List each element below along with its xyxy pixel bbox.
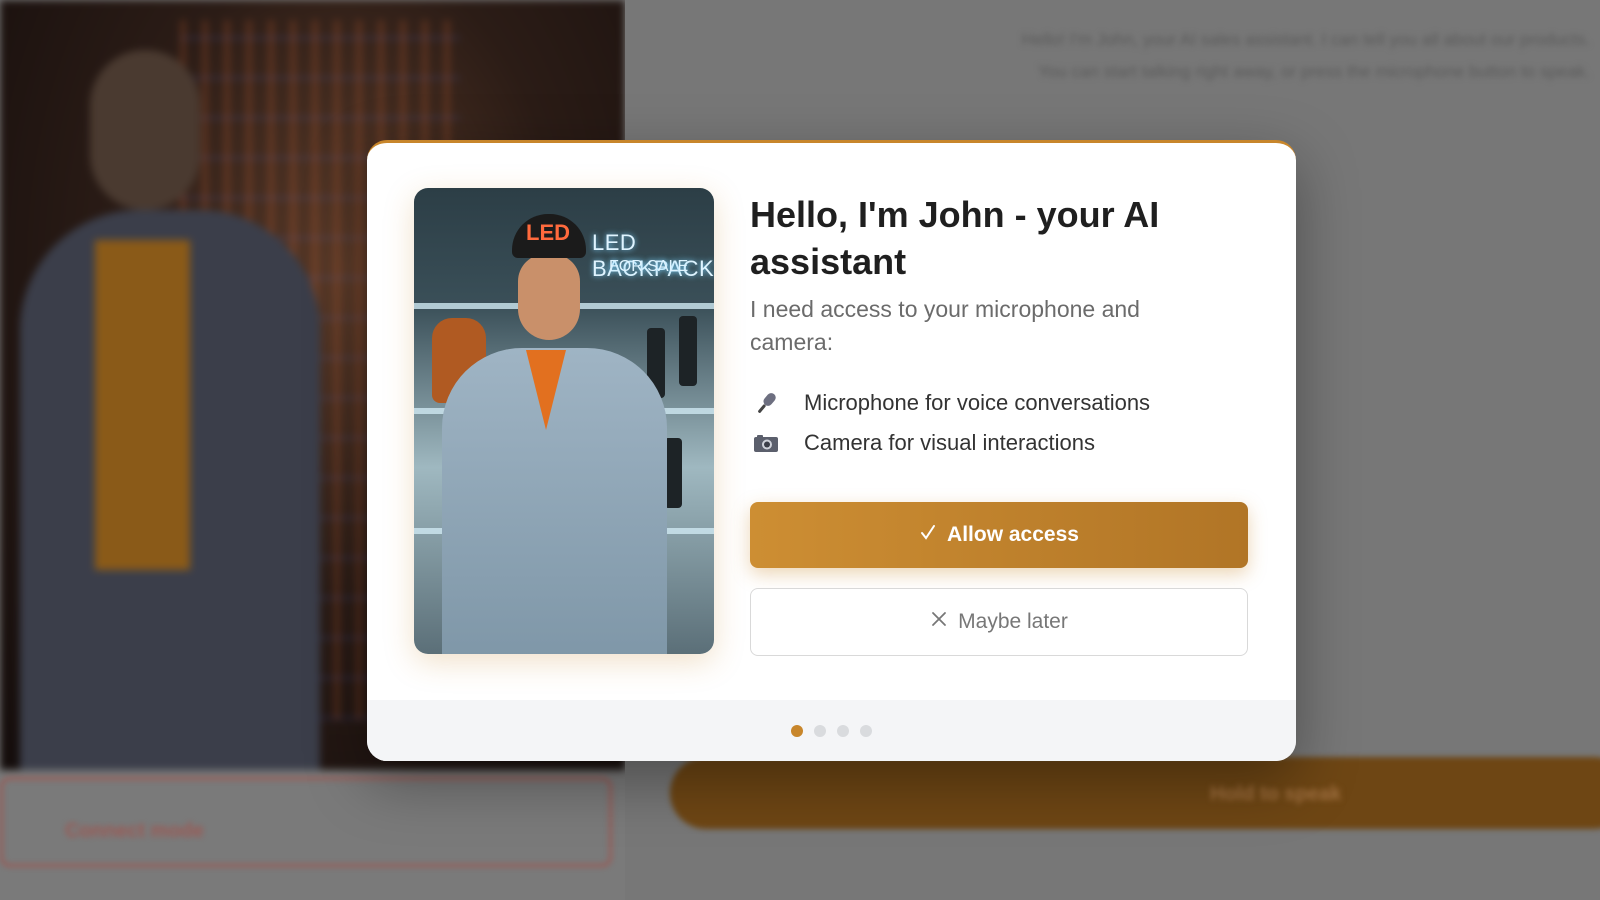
background-hold-label: Hold to speak <box>1210 783 1342 805</box>
modal-body: LED LED BACKPACKS FOR SALE Hello, I'm Jo… <box>367 143 1296 703</box>
close-icon <box>930 610 948 634</box>
permission-modal: LED LED BACKPACKS FOR SALE Hello, I'm Jo… <box>367 140 1296 761</box>
maybe-later-label: Maybe later <box>958 610 1068 633</box>
background-hold-to-speak-button <box>670 757 1600 829</box>
permission-label-camera: Camera for visual interactions <box>804 430 1096 455</box>
cap-text: LED <box>526 220 570 245</box>
microphone-icon <box>750 387 782 419</box>
camera-icon <box>750 427 782 459</box>
pagination-dot-4[interactable] <box>860 724 872 737</box>
permission-list: Microphone for voice conversations Camer… <box>750 383 1250 463</box>
modal-subtitle: I need access to your microphone and cam… <box>750 296 1140 355</box>
background-intro-text: Hello! I'm John, your AI sales assistant… <box>1021 30 1590 81</box>
pagination-dot-3[interactable] <box>837 724 849 737</box>
permission-label-microphone: Microphone for voice conversations <box>804 390 1151 415</box>
allow-access-label: Allow access <box>947 523 1079 546</box>
store-sign-line2: FOR SALE <box>609 258 689 275</box>
pagination-dot-1[interactable] <box>791 724 803 737</box>
background-connect-label: Connect mode <box>65 820 204 842</box>
pagination-dot-2[interactable] <box>814 724 826 737</box>
permission-item-camera: Camera for visual interactions <box>750 423 1250 463</box>
maybe-later-button[interactable]: Maybe later <box>750 588 1248 656</box>
check-icon <box>919 523 937 547</box>
modal-title: Hello, I'm John - your AI assistant <box>750 194 1160 282</box>
assistant-portrait-image: LED LED BACKPACKS FOR SALE <box>414 188 714 654</box>
pagination-dots <box>367 700 1296 761</box>
permission-item-microphone: Microphone for voice conversations <box>750 383 1250 423</box>
allow-access-button[interactable]: Allow access <box>750 502 1248 568</box>
